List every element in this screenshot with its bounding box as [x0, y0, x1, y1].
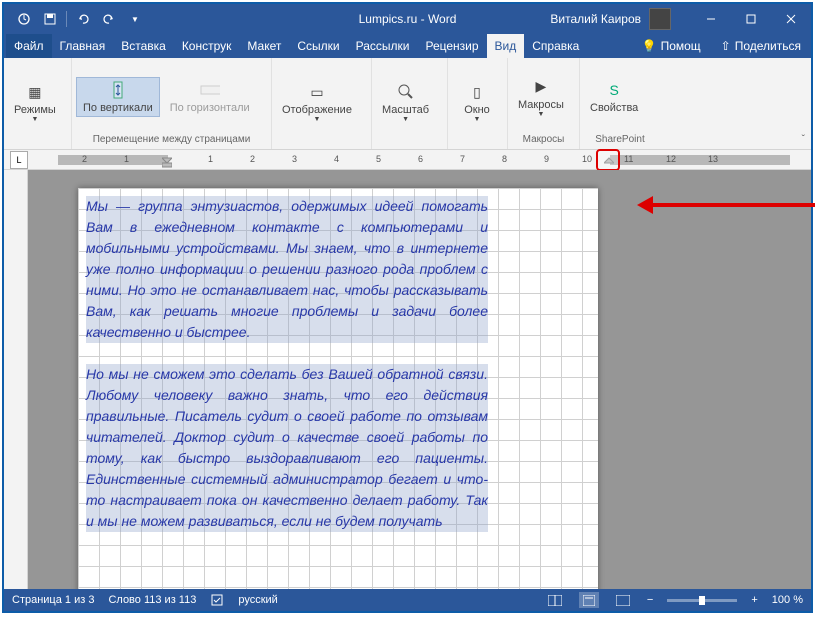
page-status[interactable]: Страница 1 из 3 [12, 594, 94, 606]
user-avatar [649, 8, 671, 30]
title-bar: ▼ Lumpics.ru - Word Виталий Каиров [4, 4, 811, 34]
tab-references[interactable]: Ссылки [289, 34, 347, 58]
views-button[interactable]: ▦Режимы▼ [8, 80, 62, 125]
zoom-slider[interactable] [667, 599, 737, 602]
undo-button[interactable] [71, 7, 95, 31]
left-indent-marker[interactable] [162, 152, 172, 166]
read-mode-button[interactable] [545, 592, 565, 608]
tab-insert[interactable]: Вставка [113, 34, 174, 58]
zoom-level[interactable]: 100 % [772, 594, 803, 606]
word-count[interactable]: Слово 113 из 113 [108, 594, 196, 606]
document-area: Мы — группа энтузиастов, одержимых идеей… [4, 170, 811, 589]
tab-help[interactable]: Справка [524, 34, 587, 58]
share-icon: ⇧ [721, 39, 731, 53]
macros-icon: ▶ [531, 77, 551, 97]
window-button[interactable]: ▯Окно▼ [452, 80, 502, 125]
window-title: Lumpics.ru - Word [359, 12, 457, 26]
zoom-icon [396, 82, 416, 102]
page-scroll[interactable]: Мы — группа энтузиастов, одержимых идеей… [28, 170, 811, 589]
qat-dropdown[interactable]: ▼ [123, 7, 147, 31]
ribbon-panel: ▦Режимы▼ По вертикали По горизонтали Пер… [4, 58, 811, 150]
group-label-pagemove: Перемещение между страницами [76, 134, 267, 147]
collapse-ribbon-button[interactable]: ˇ [802, 134, 805, 145]
proofing-button[interactable] [210, 593, 224, 607]
macros-button[interactable]: ▶Макросы▼ [512, 75, 570, 120]
display-button[interactable]: ▭Отображение▼ [276, 80, 358, 125]
user-account[interactable]: Виталий Каиров [550, 8, 671, 30]
group-label-macros: Макросы [512, 134, 575, 147]
vertical-button[interactable]: По вертикали [76, 77, 160, 117]
zoom-out-button[interactable]: − [647, 594, 653, 606]
window-icon: ▯ [467, 82, 487, 102]
zoom-in-button[interactable]: + [751, 594, 757, 606]
tab-file[interactable]: Файл [6, 34, 52, 58]
tab-layout[interactable]: Макет [239, 34, 289, 58]
paragraph-1[interactable]: Мы — группа энтузиастов, одержимых идеей… [86, 196, 488, 343]
tab-mailings[interactable]: Рассылки [348, 34, 418, 58]
quick-access-toolbar: ▼ [4, 7, 147, 31]
share-button[interactable]: ⇧Поделиться [711, 34, 811, 58]
tab-design[interactable]: Конструк [174, 34, 240, 58]
group-label-sharepoint: SharePoint [584, 134, 656, 147]
language-status[interactable]: русский [238, 594, 277, 606]
redo-button[interactable] [97, 7, 121, 31]
tab-selector[interactable]: L [10, 151, 28, 169]
autosave-button[interactable] [12, 7, 36, 31]
tab-view[interactable]: Вид [487, 34, 525, 58]
paragraph-2[interactable]: Но мы не сможем это сделать без Вашей об… [86, 364, 488, 532]
user-name: Виталий Каиров [550, 12, 641, 26]
display-icon: ▭ [307, 82, 327, 102]
tell-me-button[interactable]: 💡Помощ [632, 34, 711, 58]
horizontal-button[interactable]: По горизонтали [164, 78, 256, 116]
views-icon: ▦ [25, 82, 45, 102]
zoom-button[interactable]: Масштаб▼ [376, 80, 435, 125]
tab-review[interactable]: Рецензир [417, 34, 486, 58]
ribbon-tabs: Файл Главная Вставка Конструк Макет Ссыл… [4, 34, 811, 58]
print-layout-button[interactable] [579, 592, 599, 608]
close-button[interactable] [771, 4, 811, 34]
minimize-button[interactable] [691, 4, 731, 34]
sharepoint-icon: S [604, 80, 624, 100]
document-page[interactable]: Мы — группа энтузиастов, одержимых идеей… [78, 188, 598, 589]
lightbulb-icon: 💡 [642, 39, 657, 53]
vertical-ruler[interactable] [4, 170, 28, 589]
status-bar: Страница 1 из 3 Слово 113 из 113 русский… [4, 589, 811, 611]
tab-home[interactable]: Главная [52, 34, 114, 58]
horizontal-ruler[interactable]: L 2 1 1 2 3 4 5 6 7 8 9 10 11 12 13 [4, 150, 811, 170]
vertical-icon [108, 80, 128, 100]
maximize-button[interactable] [731, 4, 771, 34]
horizontal-icon [200, 80, 220, 100]
web-layout-button[interactable] [613, 592, 633, 608]
save-button[interactable] [38, 7, 62, 31]
highlight-annotation [596, 149, 620, 171]
properties-button[interactable]: SСвойства [584, 78, 644, 116]
